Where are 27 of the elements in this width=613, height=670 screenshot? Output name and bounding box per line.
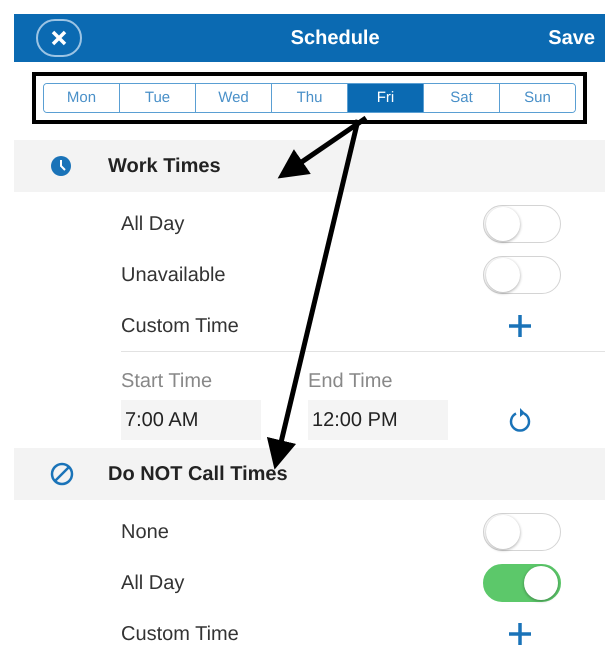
screen-title: Schedule bbox=[290, 26, 380, 51]
toggle-switch[interactable] bbox=[483, 564, 561, 602]
toggle-switch[interactable] bbox=[483, 256, 561, 294]
section-title: Work Times bbox=[108, 154, 221, 179]
row-label: Custom Time bbox=[121, 314, 239, 338]
start-time-field[interactable]: 7:00 AM bbox=[121, 400, 261, 440]
save-button[interactable]: Save bbox=[548, 23, 595, 53]
toggle-switch[interactable] bbox=[483, 204, 561, 242]
close-icon bbox=[50, 29, 68, 47]
add-icon[interactable] bbox=[507, 312, 533, 338]
end-time-label: End Time bbox=[308, 369, 394, 394]
row-label: All Day bbox=[121, 570, 184, 596]
end-time-field[interactable]: 12:00 PM bbox=[308, 400, 448, 440]
day-tab[interactable]: Fri bbox=[347, 84, 423, 112]
start-time-label: Start Time bbox=[121, 369, 214, 394]
section-title: Do NOT Call Times bbox=[108, 462, 288, 487]
block-icon bbox=[50, 462, 74, 486]
refresh-icon[interactable] bbox=[508, 407, 532, 433]
row-label: None bbox=[121, 520, 169, 544]
row-label: Unavailable bbox=[121, 262, 226, 288]
day-tab[interactable]: Sun bbox=[499, 84, 575, 112]
clock-icon bbox=[50, 155, 72, 177]
row-label: All Day bbox=[121, 212, 184, 236]
close-button[interactable] bbox=[36, 19, 82, 57]
toggle-switch[interactable] bbox=[483, 512, 561, 550]
row-label: Custom Time bbox=[121, 622, 239, 646]
add-icon[interactable] bbox=[507, 620, 533, 646]
